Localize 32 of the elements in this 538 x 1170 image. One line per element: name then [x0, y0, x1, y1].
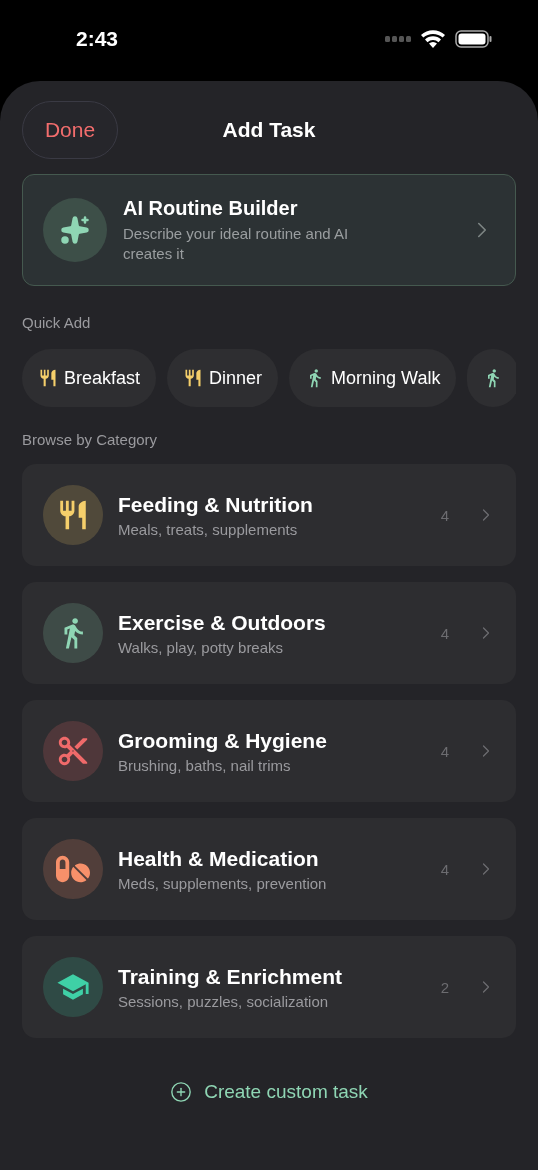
- quick-add-chip[interactable]: Dinner: [167, 349, 279, 407]
- task-count: 4: [440, 742, 449, 760]
- ai-card-subtitle: Describe your ideal routine and AI creates it: [123, 223, 350, 264]
- category-card[interactable]: Health & Medication Meds, supplements, prevention 4: [22, 818, 516, 920]
- category-subtitle: Brushing, baths, nail trims: [118, 756, 292, 774]
- task-count: 4: [440, 860, 449, 878]
- create-custom-task-link[interactable]: Create custom task: [164, 1080, 374, 1104]
- status-time: 2:43: [76, 26, 119, 51]
- category-subtitle: Walks, play, potty breaks: [118, 638, 285, 656]
- category-card[interactable]: Feeding & Nutrition Meals, treats, supplements 4: [22, 464, 516, 566]
- category-title: Feeding & Nutrition: [118, 492, 314, 517]
- task-count: 4: [440, 506, 449, 524]
- category-title: Health & Medication: [118, 846, 320, 871]
- section-label: Browse by Category: [22, 431, 159, 448]
- done-button[interactable]: Done: [22, 101, 118, 159]
- category-title: Grooming & Hygiene: [118, 728, 328, 753]
- category-card[interactable]: Grooming & Hygiene Brushing, baths, nail trims 4: [22, 700, 516, 802]
- category-subtitle: Meds, supplements, prevention: [118, 874, 328, 892]
- task-count: 4: [440, 624, 449, 642]
- category-card[interactable]: Exercise & Outdoors Walks, play, potty breaks 4: [22, 582, 516, 684]
- ai-card-title: AI Routine Builder: [123, 196, 299, 220]
- category-subtitle: Sessions, puzzles, socialization: [118, 992, 330, 1010]
- task-count: 2: [440, 978, 449, 996]
- quick-add-chip[interactable]: Morning Walk: [289, 349, 457, 407]
- screen-title: Add Task: [222, 118, 316, 142]
- category-subtitle: Meals, treats, supplements: [118, 520, 299, 538]
- quick-add-chip[interactable]: Breakfast: [22, 349, 157, 407]
- category-card[interactable]: Training & Enrichment Sessions, puzzles, socialization 2: [22, 936, 516, 1038]
- category-title: Exercise & Outdoors: [118, 610, 327, 635]
- category-title: Training & Enrichment: [118, 964, 344, 989]
- section-label: Quick Add: [22, 314, 92, 331]
- ai-routine-card[interactable]: AI Routine Builder Describe your ideal routine and AI creates it: [22, 174, 516, 286]
